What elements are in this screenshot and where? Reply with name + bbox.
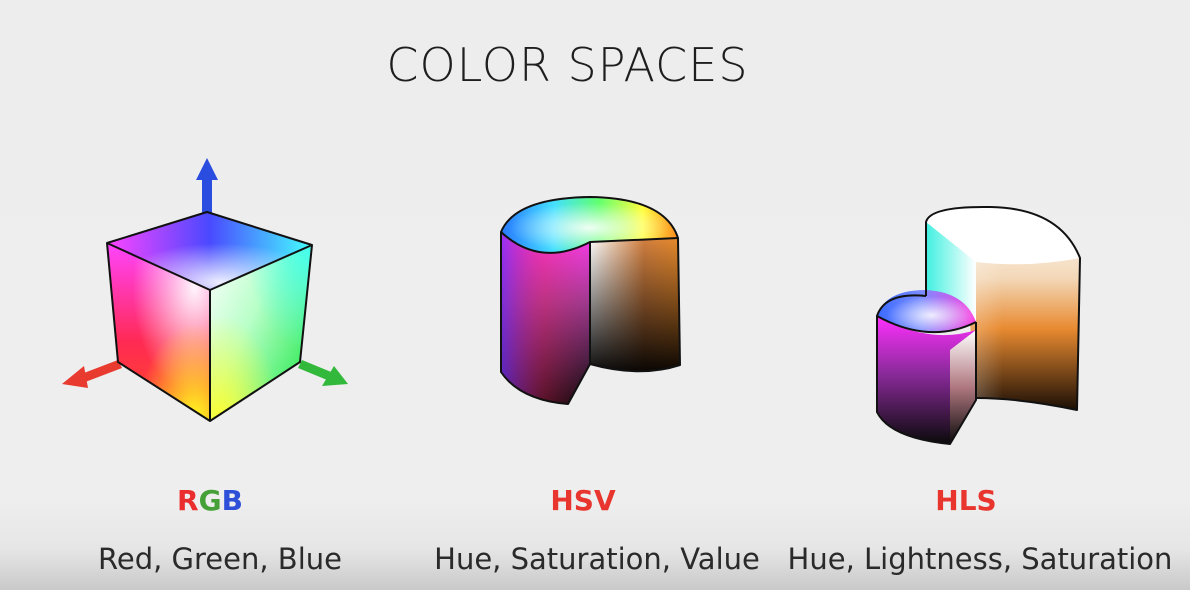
green-axis-arrow	[298, 360, 348, 386]
rgb-label-g: G	[198, 484, 222, 517]
rgb-label-b: B	[221, 484, 243, 517]
hsv-cylinder-diagram	[500, 196, 681, 405]
hsv-description: Hue, Saturation, Value	[434, 542, 760, 576]
hls-description: Hue, Lightness, Saturation	[787, 542, 1173, 576]
red-axis-arrow	[62, 360, 122, 388]
hsv-label: HSV	[550, 484, 616, 517]
hls-cylinder-diagram	[876, 205, 1081, 445]
rgb-label-r: R	[177, 484, 199, 517]
rgb-cube-diagram	[62, 158, 348, 422]
rgb-description: Red, Green, Blue	[98, 542, 342, 576]
hls-label: HLS	[935, 484, 997, 517]
blue-axis-arrow	[196, 158, 218, 214]
rgb-label: RGB	[60, 484, 360, 517]
page-title: COLOR SPACES	[386, 38, 749, 92]
